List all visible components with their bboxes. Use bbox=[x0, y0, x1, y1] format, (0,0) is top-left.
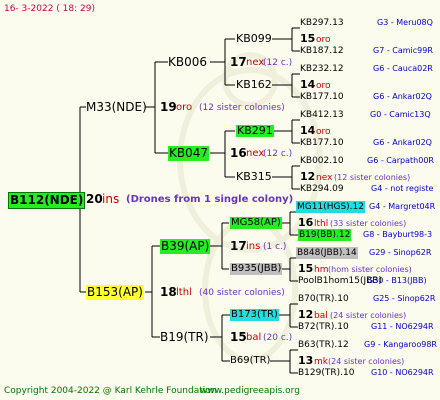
site-link[interactable]: www.pedigreeapis.org bbox=[200, 385, 300, 397]
b19-number: 15 bbox=[230, 330, 247, 344]
ancestor-left[interactable]: KB297.13 bbox=[300, 17, 344, 29]
dam-note: (40 sister colonies) bbox=[199, 288, 285, 298]
ancestor-right: G10 - NO6294R bbox=[371, 368, 434, 377]
colony-b19[interactable]: B19(TR) bbox=[160, 330, 209, 345]
b19-code: bal bbox=[246, 332, 262, 343]
colony-mg58[interactable]: MG58(AP) bbox=[230, 217, 282, 229]
copyright-text: Copyright 2004-2022 @ Karl Kehrle Founda… bbox=[4, 386, 217, 396]
colony-kb047[interactable]: KB047 bbox=[168, 146, 210, 161]
ancestor-right: G6 - Carpath00R bbox=[367, 156, 434, 165]
ancestor-left[interactable]: B19(BB).12 bbox=[298, 229, 352, 241]
ancestor-left[interactable]: B848(JBB).14 bbox=[296, 247, 358, 259]
mg58-number: 16 bbox=[298, 216, 314, 229]
sire-colony-id[interactable]: M33(NDE) bbox=[86, 100, 147, 115]
ancestor-left[interactable]: KB232.12 bbox=[300, 63, 344, 75]
ancestor-right: G6 - Ankar02Q bbox=[373, 138, 432, 147]
root-number: 20 bbox=[86, 192, 103, 206]
ancestor-left[interactable]: B129(TR).10 bbox=[298, 367, 354, 379]
pedigree-canvas: 16- 3-2022 ( 18: 29) B112(NDE) 20 ins (D… bbox=[0, 0, 440, 400]
ancestor-left[interactable]: KB002.10 bbox=[300, 155, 344, 167]
root-code: ins bbox=[102, 192, 120, 206]
dam-code: lthl bbox=[176, 287, 192, 298]
kb047-number: 16 bbox=[230, 146, 247, 160]
b39-code: ins bbox=[246, 241, 261, 252]
kb047-note: (12 c.) bbox=[263, 149, 293, 159]
colony-kb162[interactable]: KB162 bbox=[236, 79, 272, 91]
kb099-number: 15 bbox=[300, 32, 316, 45]
root-colony-id[interactable]: B112(NDE) bbox=[8, 192, 86, 209]
kb006-number: 17 bbox=[230, 55, 247, 69]
ancestor-left[interactable]: KB177.10 bbox=[300, 91, 344, 103]
b19-note: (20 c.) bbox=[263, 333, 293, 343]
ancestor-right: G6 - Cauca02R bbox=[373, 64, 433, 73]
ancestor-right: G3 - Meru08Q bbox=[377, 18, 433, 27]
ancestor-left[interactable]: B72(TR).10 bbox=[298, 321, 349, 333]
colony-kb291[interactable]: KB291 bbox=[236, 125, 274, 137]
sire-code: oro bbox=[176, 102, 193, 113]
ancestor-right: G30 - B13(JBB) bbox=[367, 276, 427, 285]
kb291-number: 14 bbox=[300, 124, 316, 137]
colony-kb315[interactable]: KB315 bbox=[236, 171, 272, 183]
colony-b69[interactable]: B69(TR) bbox=[230, 355, 270, 367]
ancestor-left[interactable]: KB412.13 bbox=[300, 109, 344, 121]
colony-kb099[interactable]: KB099 bbox=[236, 33, 272, 45]
sire-number: 19 bbox=[160, 100, 177, 114]
ancestor-left[interactable]: KB177.10 bbox=[300, 137, 344, 149]
ancestor-right: G4 - not registe bbox=[371, 184, 434, 193]
root-drone-note: (Drones from 1 single colony) bbox=[126, 194, 294, 205]
b935-number: 15 bbox=[298, 262, 314, 275]
kb006-code: nex bbox=[246, 57, 265, 68]
ancestor-right: G29 - Sinop62R bbox=[369, 248, 432, 257]
kb162-number: 14 bbox=[300, 78, 316, 91]
ancestor-right: G7 - Camic99R bbox=[373, 46, 433, 55]
kb006-note: (12 c.) bbox=[263, 58, 293, 68]
sire-note: (12 sister colonies) bbox=[199, 103, 285, 113]
b69-number: 13 bbox=[298, 354, 314, 367]
colony-b935[interactable]: B935(JBB) bbox=[230, 263, 283, 275]
ancestor-left[interactable]: MG11(HGS).12 bbox=[296, 201, 365, 213]
dam-number: 18 bbox=[160, 285, 177, 299]
ancestor-right: G25 - Sinop62R bbox=[373, 294, 436, 303]
b173-number: 12 bbox=[298, 308, 314, 321]
ancestor-right: G9 - Kangaroo98R bbox=[364, 340, 437, 349]
ancestor-right: G0 - Camic13Q bbox=[370, 110, 431, 119]
ancestor-right: G8 - Bayburt98-3 bbox=[363, 230, 433, 239]
ancestor-right: G4 - Margret04R bbox=[369, 202, 436, 211]
kb047-code: nex bbox=[246, 148, 265, 159]
report-date: 16- 3-2022 ( 18: 29) bbox=[4, 4, 95, 14]
ancestor-right: G6 - Ankar02Q bbox=[373, 92, 432, 101]
ancestor-left[interactable]: KB187.12 bbox=[300, 45, 344, 57]
ancestor-right: G11 - NO6294R bbox=[371, 322, 434, 331]
ancestor-left[interactable]: B63(TR).12 bbox=[298, 339, 349, 351]
b39-note: (1 c.) bbox=[263, 242, 287, 252]
colony-kb006[interactable]: KB006 bbox=[168, 55, 207, 70]
colony-b173[interactable]: B173(TR) bbox=[230, 309, 279, 321]
colony-b39[interactable]: B39(AP) bbox=[160, 239, 211, 254]
dam-colony-id[interactable]: B153(AP) bbox=[86, 285, 144, 300]
b39-number: 17 bbox=[230, 239, 247, 253]
ancestor-left[interactable]: B70(TR).10 bbox=[298, 293, 349, 305]
kb315-number: 12 bbox=[300, 170, 316, 183]
ancestor-left[interactable]: KB294.09 bbox=[300, 183, 344, 195]
